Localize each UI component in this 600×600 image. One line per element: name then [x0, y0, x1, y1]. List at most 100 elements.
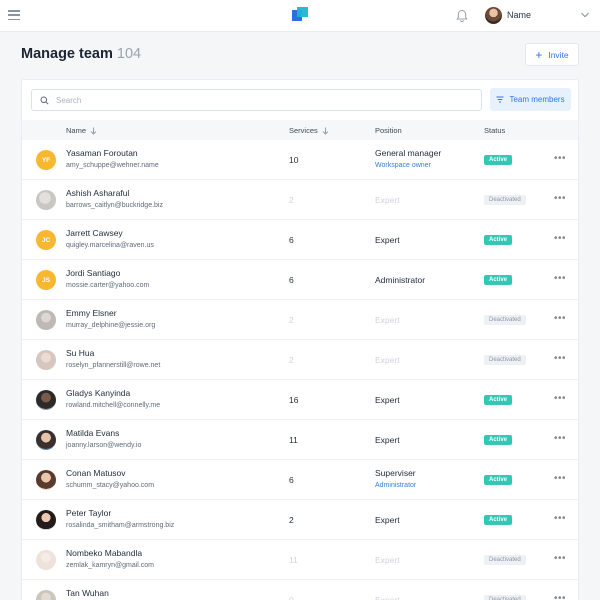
- more-options-icon[interactable]: •••: [554, 474, 566, 484]
- member-services: 10: [289, 155, 299, 165]
- table-row[interactable]: YF Yasaman Foroutan amy_schuppe@wehner.nam…: [22, 140, 578, 180]
- member-services: 2: [289, 515, 294, 525]
- avatar: [36, 190, 56, 210]
- status-badge: Active: [484, 275, 513, 285]
- member-position: Expert: [375, 555, 400, 565]
- status-badge: Active: [484, 515, 513, 525]
- table-row[interactable]: Emmy Elsner murray_delphine@jessie.org 2 Ex…: [22, 300, 578, 340]
- member-position: Expert: [375, 515, 400, 525]
- member-services: 2: [289, 315, 294, 325]
- avatar: [36, 430, 56, 450]
- member-email: barrows_caitlyn@buckridge.biz: [66, 202, 163, 209]
- member-email: rosalinda_smitham@armstrong.biz: [66, 522, 175, 529]
- member-services: 11: [289, 555, 298, 565]
- member-name: Tan Wuhan: [66, 588, 109, 598]
- more-options-icon[interactable]: •••: [554, 394, 566, 404]
- member-position: Expert: [375, 435, 400, 445]
- more-options-icon[interactable]: •••: [554, 194, 566, 204]
- table-row[interactable]: Tan Wuhan 0 Expert Deactivated •••: [22, 580, 578, 600]
- member-position: Expert: [375, 595, 400, 600]
- status-badge: Active: [484, 435, 513, 445]
- member-name: Jordi Santiago: [66, 268, 121, 278]
- team-table-card: Team members Name Services Position Stat…: [21, 79, 579, 600]
- table-header: Name Services Position Status: [22, 120, 578, 140]
- logo-icon[interactable]: [292, 7, 308, 23]
- member-position: Expert: [375, 315, 400, 325]
- bell-icon[interactable]: [455, 9, 469, 23]
- member-services: 16: [289, 395, 299, 405]
- column-position-label: Position: [375, 126, 402, 135]
- table-row[interactable]: Gladys Kanyinda rowland.mitchell@connelly…: [22, 380, 578, 420]
- more-options-icon[interactable]: •••: [554, 154, 566, 164]
- table-row[interactable]: JS Jordi Santiago mossie.carter@yahoo.com 6…: [22, 260, 578, 300]
- status-badge: Active: [484, 395, 513, 405]
- column-header-status: Status: [484, 126, 505, 135]
- more-options-icon[interactable]: •••: [554, 554, 566, 564]
- avatar: [36, 390, 56, 410]
- member-position: Superviser: [375, 468, 416, 478]
- table-row[interactable]: Su Hua roselyn_pfannerstill@rowe.net 2 Expe…: [22, 340, 578, 380]
- member-position: Expert: [375, 395, 400, 405]
- search-input[interactable]: [56, 95, 456, 105]
- member-services: 6: [289, 475, 294, 485]
- member-name: Ashish Asharaful: [66, 188, 130, 198]
- member-name: Jarrett Cawsey: [66, 228, 123, 238]
- member-services: 6: [289, 235, 294, 245]
- status-badge: Deactivated: [484, 315, 526, 325]
- user-avatar[interactable]: [485, 7, 502, 24]
- member-services: 6: [289, 275, 294, 285]
- column-status-label: Status: [484, 126, 506, 135]
- status-badge: Deactivated: [484, 595, 526, 600]
- table-row[interactable]: Ashish Asharaful barrows_caitlyn@buckridg…: [22, 180, 578, 220]
- table-row[interactable]: Nombeko Mabandla zemlak_kamryn@gmail.com 1…: [22, 540, 578, 580]
- member-position: Expert: [375, 355, 400, 365]
- more-options-icon[interactable]: •••: [554, 274, 566, 284]
- avatar: [36, 510, 56, 530]
- column-header-services[interactable]: Services: [289, 126, 329, 135]
- menu-icon[interactable]: [8, 10, 20, 21]
- avatar: YF: [36, 150, 56, 170]
- member-email: quigley.marcelina@raven.us: [66, 242, 154, 249]
- page-title-text: Manage team: [21, 46, 113, 62]
- table-row[interactable]: Matilda Evans joanny.larson@wendy.io 11 Exp…: [22, 420, 578, 460]
- member-subposition: Workspace owner: [375, 162, 431, 169]
- avatar: [36, 550, 56, 570]
- more-options-icon[interactable]: •••: [554, 314, 566, 324]
- status-badge: Active: [484, 235, 513, 245]
- member-position: Expert: [375, 195, 400, 205]
- member-list: YF Yasaman Foroutan amy_schuppe@wehner.nam…: [22, 140, 578, 600]
- status-badge: Deactivated: [484, 195, 526, 205]
- member-email: rowland.mitchell@connelly.me: [66, 402, 161, 409]
- member-email: mossie.carter@yahoo.com: [66, 282, 150, 289]
- member-email: zemlak_kamryn@gmail.com: [66, 562, 155, 569]
- more-options-icon[interactable]: •••: [554, 234, 566, 244]
- member-position: General manager: [375, 148, 442, 158]
- more-options-icon[interactable]: •••: [554, 594, 566, 600]
- member-services: 0: [289, 595, 294, 600]
- table-row[interactable]: Peter Taylor rosalinda_smitham@armstrong.…: [22, 500, 578, 540]
- table-row[interactable]: JC Jarrett Cawsey quigley.marcelina@raven.…: [22, 220, 578, 260]
- team-members-filter-button[interactable]: Team members: [490, 88, 571, 111]
- avatar: JS: [36, 270, 56, 290]
- member-name: Nombeko Mabandla: [66, 548, 143, 558]
- chevron-down-icon[interactable]: [580, 11, 590, 19]
- member-email: roselyn_pfannerstill@rowe.net: [66, 362, 161, 369]
- member-email: joanny.larson@wendy.io: [66, 442, 142, 449]
- more-options-icon[interactable]: •••: [554, 354, 566, 364]
- invite-label: Invite: [548, 49, 569, 60]
- column-services-label: Services: [289, 126, 318, 135]
- more-options-icon[interactable]: •••: [554, 514, 566, 524]
- invite-button[interactable]: + Invite: [525, 43, 579, 66]
- member-name: Gladys Kanyinda: [66, 388, 131, 398]
- search-box[interactable]: [31, 89, 482, 111]
- avatar: [36, 590, 56, 600]
- table-row[interactable]: Conan Matusov schumm_stacy@yahoo.com 6 Supe…: [22, 460, 578, 500]
- member-email: amy_schuppe@wehner.name: [66, 162, 159, 169]
- member-position: Expert: [375, 235, 400, 245]
- column-header-name[interactable]: Name: [66, 126, 97, 135]
- member-name: Emmy Elsner: [66, 308, 117, 318]
- more-options-icon[interactable]: •••: [554, 434, 566, 444]
- user-name[interactable]: Name: [507, 10, 531, 20]
- avatar: [36, 350, 56, 370]
- team-members-label: Team members: [509, 95, 565, 104]
